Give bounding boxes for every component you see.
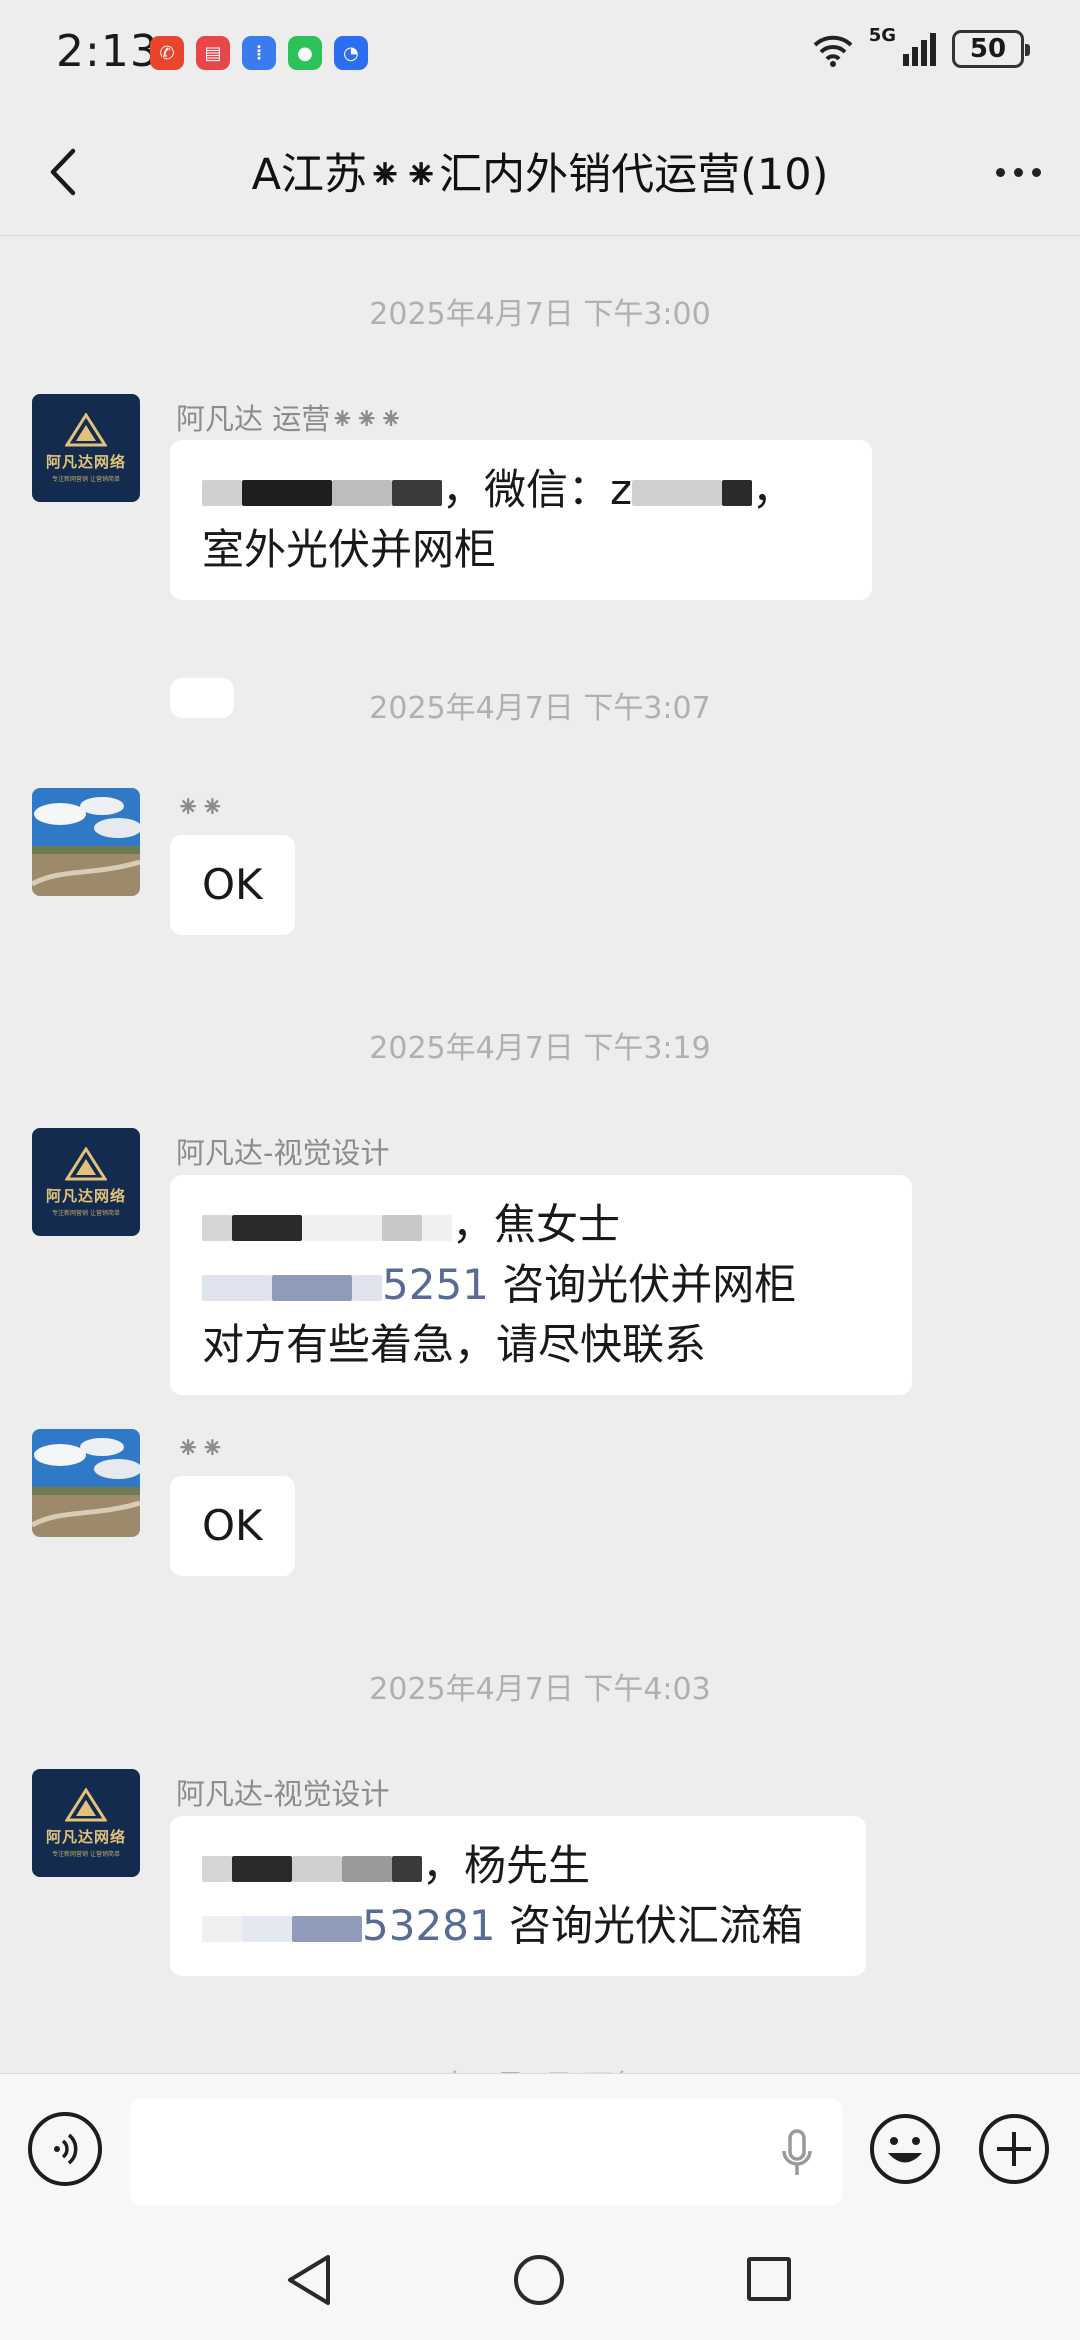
message-line: 53281 咨询光伏汇流箱 [202, 1896, 834, 1956]
phone-number-link[interactable]: 53281 [362, 1901, 496, 1950]
tips-app-icon: ◔ [334, 36, 368, 70]
back-button[interactable] [30, 140, 94, 204]
avatar[interactable]: 阿凡达网络 专注新网营销 让营销简单 [32, 1128, 140, 1236]
voice-wave-icon [54, 2133, 78, 2165]
message-list[interactable]: 2025年4月7日 下午3:00 阿凡达网络 专注新网营销 让营销简单 阿凡达 … [0, 237, 1080, 2073]
message-text: ，焦女士 [452, 1200, 621, 1249]
status-time: 2:13 [56, 26, 159, 77]
sender-name: ⁕⁕ [176, 1431, 225, 1465]
voice-app-icon: ⦙ [242, 36, 276, 70]
nav-home-icon[interactable] [514, 2255, 564, 2305]
signal-icon [903, 33, 936, 66]
brand-logo-icon [65, 1147, 107, 1181]
message-timestamp: 2025年4月7日 下午3:00 [369, 297, 711, 332]
chat-header: A江苏⁕⁕汇内外销代运营(10) [0, 110, 1080, 236]
sender-name: ⁕⁕ [176, 790, 225, 824]
microphone-icon[interactable] [780, 2129, 814, 2177]
landscape-photo-icon [32, 1429, 140, 1537]
status-bar: 2:13 ✆ ▤ ⦙ ● ◔ 5G 50 [0, 0, 1080, 110]
message-text: 咨询光伏并网柜 [488, 1260, 797, 1309]
message-text-field[interactable] [130, 2099, 842, 2205]
message-line: ，焦女士 [202, 1195, 880, 1255]
system-navigation-bar [0, 2223, 1080, 2340]
landscape-photo-icon [32, 788, 140, 896]
wechat-icon: ● [288, 36, 322, 70]
message-text: 咨询光伏汇流箱 [495, 1901, 803, 1950]
dot-icon [995, 167, 1005, 177]
battery-icon: 50 [952, 30, 1030, 68]
message-text: ， [752, 465, 795, 514]
message-input-bar [0, 2073, 1080, 2223]
brand-name: 阿凡达网络 [45, 1187, 126, 1205]
message-timestamp: 2025年4月7日 下午3:19 [369, 1031, 711, 1066]
message-line: ，微信：z ， [202, 460, 840, 520]
book-app-icon: ▤ [196, 36, 230, 70]
sender-name: 阿凡达-视觉设计 [176, 1136, 390, 1170]
message-timestamp: 2025年4月7日 下午3:07 [369, 691, 711, 726]
message-text: ，微信：z [442, 465, 633, 514]
brand-tagline: 专注新网营销 让营销简单 [52, 1851, 120, 1858]
avatar[interactable] [32, 1429, 140, 1537]
nav-back-icon[interactable] [284, 2253, 334, 2307]
network-type: 5G [868, 24, 896, 46]
missed-call-icon: ✆ [150, 36, 184, 70]
brand-logo-icon [65, 1788, 107, 1822]
brand-tagline: 专注新网营销 让营销简单 [52, 1210, 120, 1217]
notification-icons: ✆ ▤ ⦙ ● ◔ [150, 36, 368, 70]
message-line: OK [202, 860, 263, 909]
emoji-icon[interactable] [868, 2112, 942, 2186]
message-bubble[interactable]: ，杨先生 53281 咨询光伏汇流箱 [170, 1816, 866, 1976]
voice-input-button[interactable] [28, 2112, 102, 2186]
more-options-button[interactable] [986, 144, 1050, 200]
message-bubble[interactable]: ，焦女士 5251 咨询光伏并网柜 对方有些着急，请尽快联系 [170, 1175, 912, 1395]
message-line: 5251 咨询光伏并网柜 [202, 1255, 880, 1315]
plus-icon[interactable] [977, 2112, 1051, 2186]
message-line: 室外光伏并网柜 [202, 525, 497, 574]
wifi-icon [813, 35, 853, 67]
avatar[interactable] [32, 788, 140, 896]
battery-level: 50 [969, 34, 1007, 64]
sender-name: 阿凡达-视觉设计 [176, 1777, 390, 1811]
message-bubble[interactable]: ，微信：z ， 室外光伏并网柜 [170, 440, 872, 600]
message-line: OK [202, 1501, 263, 1550]
avatar[interactable]: 阿凡达网络 专注新网营销 让营销简单 [32, 1769, 140, 1877]
message-line: ，杨先生 [202, 1836, 834, 1896]
message-bubble[interactable]: OK [170, 1476, 295, 1576]
sender-name: 阿凡达 运营⁕⁕⁕ [176, 402, 404, 436]
brand-name: 阿凡达网络 [45, 1828, 126, 1846]
nav-recent-apps-icon[interactable] [747, 2257, 791, 2301]
brand-tagline: 专注新网营销 让营销简单 [52, 476, 120, 483]
dot-icon [1013, 167, 1023, 177]
avatar[interactable]: 阿凡达网络 专注新网营销 让营销简单 [32, 394, 140, 502]
status-right: 5G 50 [811, 25, 1030, 68]
brand-name: 阿凡达网络 [45, 453, 126, 471]
message-line: 对方有些着急，请尽快联系 [202, 1320, 707, 1369]
message-bubble[interactable]: OK [170, 835, 295, 935]
phone-number-link[interactable]: 5251 [382, 1260, 489, 1309]
chat-screen: 2:13 ✆ ▤ ⦙ ● ◔ 5G 50 A江苏⁕⁕汇内外销代运营(10) 20… [0, 0, 1080, 2340]
chevron-left-icon [50, 148, 76, 196]
dot-icon [1031, 167, 1041, 177]
chat-title: A江苏⁕⁕汇内外销代运营(10) [251, 150, 829, 200]
message-text: ，杨先生 [422, 1841, 591, 1890]
message-timestamp: 2025年4月7日 下午4:06 [0, 2061, 1080, 2073]
brand-logo-icon [65, 413, 107, 447]
message-timestamp: 2025年4月7日 下午4:03 [369, 1672, 711, 1707]
